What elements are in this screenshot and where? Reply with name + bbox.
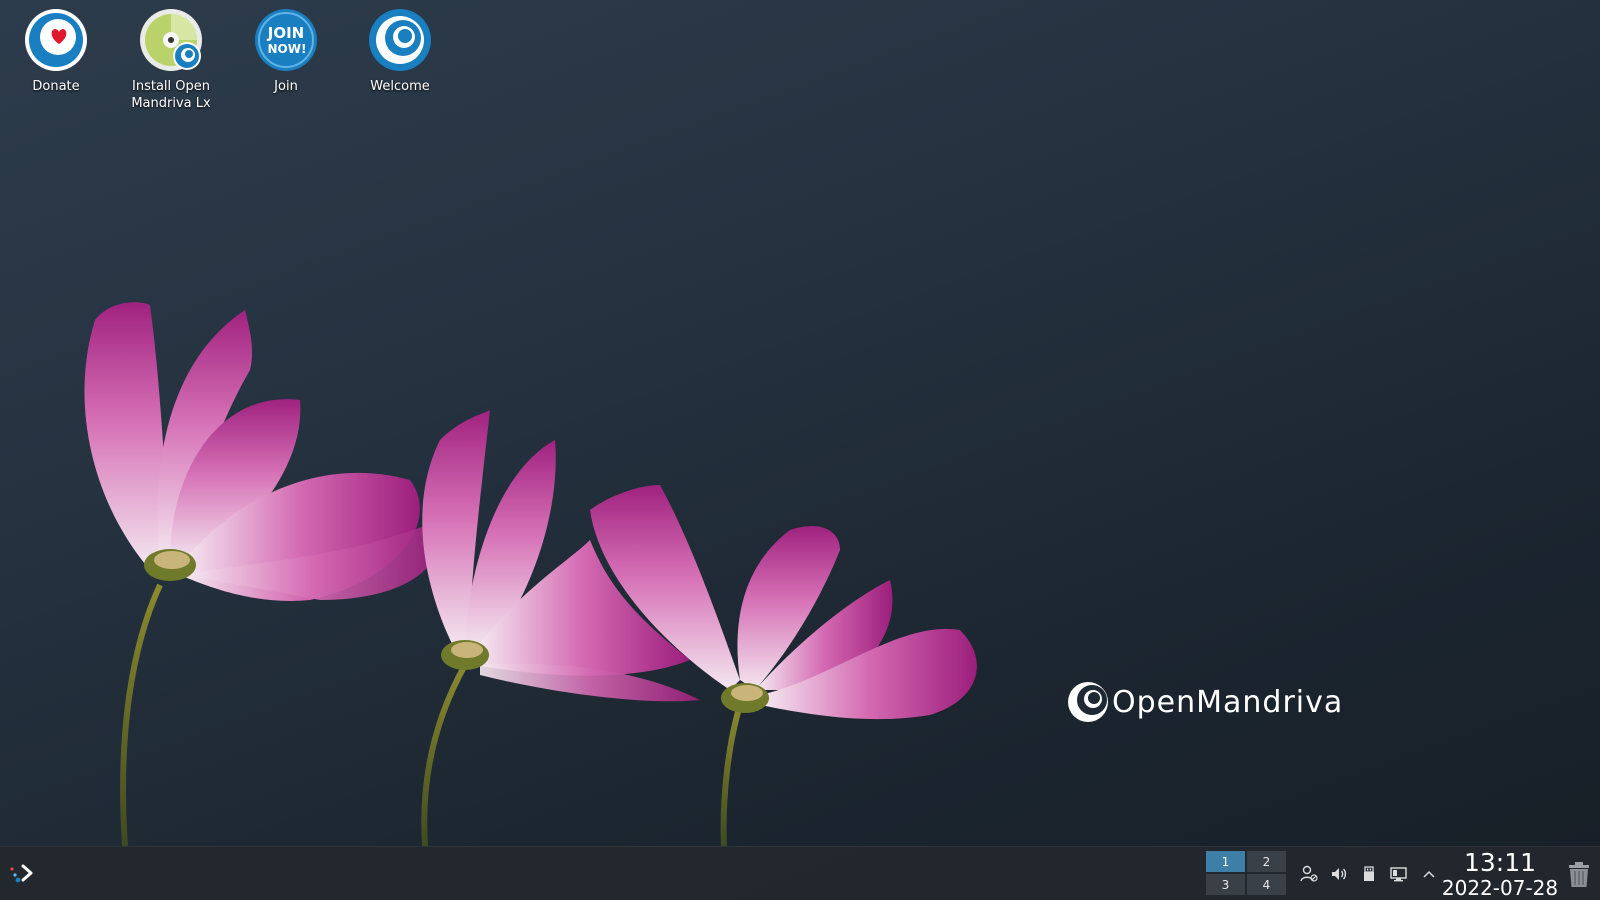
pager-desktop-2[interactable]: 2 xyxy=(1247,851,1286,872)
trash-button[interactable] xyxy=(1566,860,1592,888)
openmandriva-wordmark: OpenMandriva xyxy=(1112,684,1344,720)
welcome-openmandriva-icon xyxy=(369,9,431,71)
openmandriva-logo: OpenMandriva xyxy=(1066,680,1343,724)
donate-heart-icon xyxy=(25,9,87,71)
clock-date: 2022-07-28 xyxy=(1441,876,1559,900)
clock-time: 13:11 xyxy=(1463,848,1537,877)
desktop-icon-join[interactable]: JOIN NOW! Join xyxy=(230,0,342,95)
join-badge-line-2: NOW! xyxy=(268,42,307,56)
digital-clock[interactable]: 13:11 2022-07-28 xyxy=(1440,848,1560,900)
application-launcher-button[interactable] xyxy=(6,859,36,889)
trash-icon xyxy=(1569,862,1589,887)
display-icon[interactable] xyxy=(1384,859,1414,889)
desktop-icon-welcome[interactable]: Welcome xyxy=(344,0,456,95)
taskbar: 1 2 3 4 13:11 2022-07-28 xyxy=(0,846,1600,900)
usb-device-icon[interactable] xyxy=(1354,859,1384,889)
virtual-desktop-pager: 1 2 3 4 xyxy=(1206,851,1288,897)
pager-desktop-4[interactable]: 4 xyxy=(1247,874,1286,895)
desktop-icon-donate[interactable]: Donate xyxy=(0,0,112,95)
desktop[interactable]: OpenMandriva Donate Install Open Mandriv… xyxy=(0,0,1600,900)
wallpaper-flowers xyxy=(84,302,977,847)
install-disc-icon xyxy=(140,9,202,71)
desktop-icon-label: Install Open Mandriva Lx xyxy=(131,79,211,111)
openmandriva-swirl-icon xyxy=(1068,682,1108,722)
user-network-icon[interactable] xyxy=(1294,859,1324,889)
join-badge-line-1: JOIN xyxy=(267,24,304,42)
application-launcher-icon xyxy=(10,864,33,883)
desktop-icon-label: Join xyxy=(274,79,298,94)
join-now-icon: JOIN NOW! xyxy=(255,9,317,71)
pager-desktop-1[interactable]: 1 xyxy=(1206,851,1245,872)
system-tray xyxy=(1294,859,1444,889)
pager-desktop-3[interactable]: 3 xyxy=(1206,874,1245,895)
volume-icon[interactable] xyxy=(1324,859,1354,889)
desktop-icon-label: Donate xyxy=(32,79,80,94)
desktop-icon-label: Welcome xyxy=(370,79,430,94)
desktop-icon-install[interactable]: Install Open Mandriva Lx xyxy=(115,0,227,112)
